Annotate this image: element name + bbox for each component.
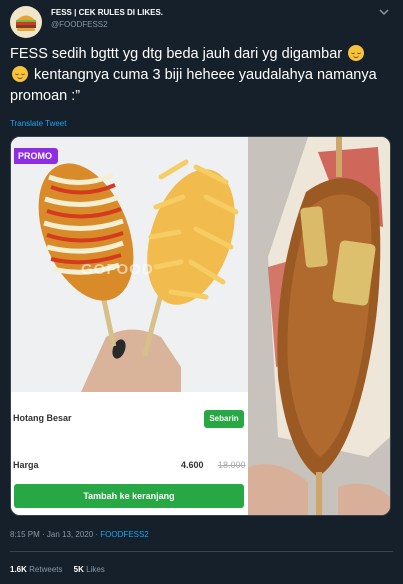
retweets-count: 1.6K bbox=[10, 565, 27, 574]
price-current: 4.600 bbox=[181, 460, 204, 470]
engagement-stats: 1.6K Retweets 5K Likes bbox=[10, 565, 105, 574]
tweet-media[interactable]: PROMO GOFOOD Hotang Besar Sebarin Harga … bbox=[10, 136, 391, 516]
tweet-source[interactable]: FOODFESS2 bbox=[100, 530, 148, 539]
burger-icon bbox=[16, 15, 36, 31]
tweet-text-part1: FESS sedih bgttt yg dtg beda jauh dari y… bbox=[10, 46, 343, 62]
tweet-time[interactable]: 8:15 PM · Jan 13, 2020 · bbox=[10, 530, 100, 539]
product-photo: PROMO GOFOOD bbox=[11, 137, 248, 392]
product-name: Hotang Besar bbox=[13, 413, 72, 423]
corndog-photo bbox=[248, 137, 390, 515]
likes-stat[interactable]: 5K Likes bbox=[74, 565, 105, 574]
chevron-down-icon[interactable] bbox=[378, 7, 390, 17]
tweet-timestamp: 8:15 PM · Jan 13, 2020 · FOODFESS2 bbox=[10, 530, 149, 539]
price-label: Harga bbox=[13, 460, 39, 470]
watermark-text: GOFOOD bbox=[81, 261, 154, 278]
likes-label: Likes bbox=[86, 565, 105, 574]
divider bbox=[10, 551, 393, 552]
retweets-stat[interactable]: 1.6K Retweets bbox=[10, 565, 63, 574]
promo-badge: PROMO bbox=[14, 148, 59, 164]
tweet-text-part2: kentangnya cuma 3 biji heheee yaudalahya… bbox=[10, 67, 377, 104]
tweet-text: FESS sedih bgttt yg dtg beda jauh dari y… bbox=[10, 44, 390, 107]
price-original: 18.000 bbox=[218, 460, 246, 470]
profile-avatar[interactable] bbox=[10, 6, 42, 38]
retweets-label: Retweets bbox=[29, 565, 63, 574]
translate-tweet-link[interactable]: Translate Tweet bbox=[10, 119, 66, 128]
relieved-face-emoji bbox=[348, 45, 365, 61]
likes-count: 5K bbox=[73, 565, 84, 574]
app-screenshot: PROMO GOFOOD Hotang Besar Sebarin Harga … bbox=[11, 137, 248, 515]
tweet-card: FESS | CEK RULES DI LIKES. @FOODFESS2 FE… bbox=[0, 0, 403, 584]
relieved-face-emoji bbox=[12, 66, 28, 82]
add-to-cart-button[interactable]: Tambah ke keranjang bbox=[14, 484, 244, 508]
share-button[interactable]: Sebarin bbox=[204, 410, 244, 428]
account-name[interactable]: FESS | CEK RULES DI LIKES. bbox=[51, 8, 163, 17]
received-product-photo bbox=[248, 137, 390, 515]
account-handle[interactable]: @FOODFESS2 bbox=[51, 20, 108, 29]
